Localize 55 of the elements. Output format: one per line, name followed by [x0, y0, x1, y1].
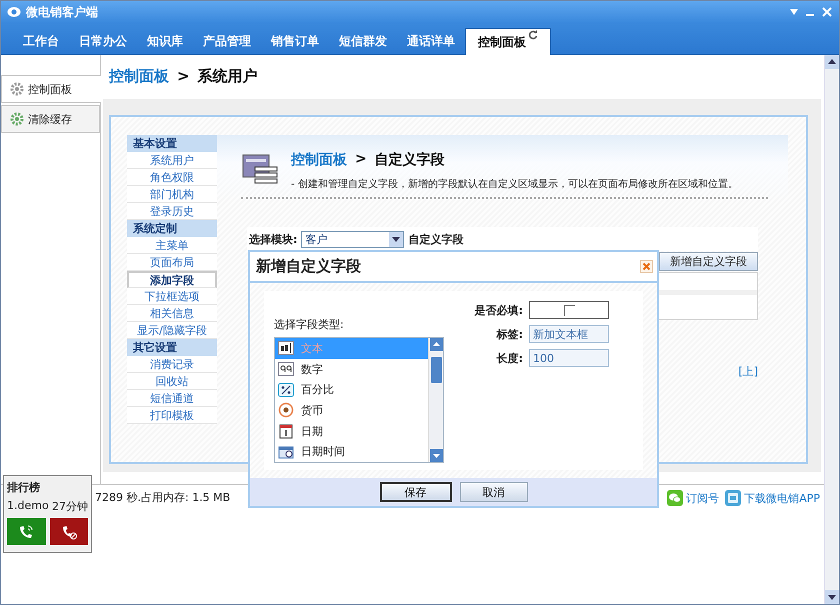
leaderboard-title: 排行榜 — [7, 480, 41, 495]
nav-section-title: 系统定制 — [127, 220, 217, 237]
nav-item[interactable]: 系统用户 — [127, 152, 217, 169]
breadcrumb-current: 系统用户 — [198, 66, 258, 86]
breadcrumb-separator: > — [177, 67, 190, 85]
nav-item[interactable]: 显示/隐藏字段 — [127, 322, 217, 339]
sidebar-item[interactable]: 控制面板 — [1, 75, 101, 103]
nav-section-title: 其它设置 — [127, 339, 217, 356]
module-suffix: 自定义字段 — [408, 232, 464, 246]
agent-name: 1.demo — [7, 499, 49, 514]
nav-item[interactable]: 回收站 — [127, 373, 217, 390]
nav-tab[interactable]: 知识库 — [137, 28, 193, 54]
nav-tab[interactable]: 销售订单 — [261, 28, 329, 54]
add-field-button[interactable]: 新增自定义字段 — [659, 252, 758, 271]
nav-item[interactable]: 打印模板 — [127, 407, 217, 424]
dialog-title: 新增自定义字段 — [256, 257, 361, 276]
dialog-button[interactable]: 保存 — [380, 482, 452, 502]
module-label: 选择模块: — [249, 232, 298, 246]
text-input[interactable]: 新加文本框 — [529, 325, 609, 343]
nav-tab[interactable]: 短信群发 — [329, 28, 397, 54]
nav-item[interactable]: 主菜单 — [127, 237, 217, 254]
field-type-label: 选择字段类型: — [274, 317, 345, 332]
top-link[interactable]: [上] — [738, 364, 758, 379]
nav-item[interactable]: 相关信息 — [127, 305, 217, 322]
field-label: 标签: — [495, 326, 523, 342]
nav-item[interactable]: 角色权限 — [127, 169, 217, 186]
required-label: 是否必填: — [474, 302, 523, 318]
nav-item[interactable]: 页面布局 — [127, 254, 217, 271]
breadcrumb-link[interactable]: 控制面板 — [291, 151, 347, 169]
status-link[interactable]: 订阅号 — [667, 490, 720, 506]
field-label: 长度: — [496, 350, 523, 366]
nav-section-title: 基本设置 — [127, 135, 217, 152]
nav-item[interactable]: 短信通道 — [127, 390, 217, 407]
nav-tab[interactable]: 工作台 — [13, 28, 69, 54]
nav-item[interactable]: 登录历史 — [127, 203, 217, 220]
dialog-button[interactable]: 取消 — [460, 482, 528, 502]
sidebar-item[interactable]: 清除缓存 — [1, 105, 100, 133]
breadcrumb-link[interactable]: 控制面板 — [109, 66, 169, 86]
status-text: 7289 秒.占用内存: 1.5 MB — [95, 490, 230, 505]
nav-tab[interactable]: 产品管理 — [193, 28, 261, 54]
nav-item[interactable]: 消费记录 — [127, 356, 217, 373]
nav-item[interactable]: 添加字段 — [127, 271, 217, 288]
call-duration: 27分钟 — [52, 499, 88, 514]
nav-tab[interactable]: 通话详单 — [397, 28, 465, 54]
page-description: - 创建和管理自定义字段，新增的字段默认在自定义区域显示，可以在页面布局修改所在区域和位置。 — [291, 178, 738, 191]
nav-item[interactable]: 下拉框选项 — [127, 288, 217, 305]
page-title: 自定义字段 — [374, 151, 445, 169]
text-input[interactable]: 100 — [529, 349, 609, 367]
breadcrumb-separator: > — [355, 151, 367, 169]
window-title: 微电销客户端 — [26, 4, 99, 20]
nav-item[interactable]: 部门机构 — [127, 186, 217, 203]
nav-tab[interactable]: 日常办公 — [69, 28, 137, 54]
module-select[interactable]: 客户 — [301, 230, 404, 248]
nav-tab[interactable]: 控制面板 — [465, 28, 551, 55]
status-link[interactable]: 下载微电销APP — [725, 490, 820, 506]
